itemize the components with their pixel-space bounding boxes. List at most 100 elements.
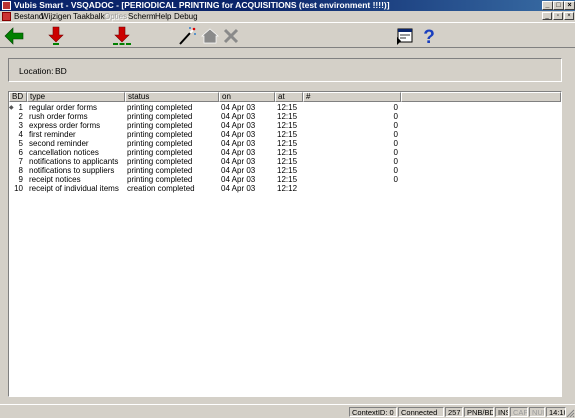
- table-row[interactable]: 6 cancellation notices printing completed 0…: [9, 148, 561, 157]
- print-single-icon[interactable]: [48, 26, 64, 46]
- row-time: 12:15: [277, 112, 298, 121]
- status-message: [0, 407, 348, 417]
- row-date: 04 Apr 03: [221, 103, 256, 112]
- back-arrow-icon[interactable]: [4, 26, 24, 46]
- table-row[interactable]: 4 first reminder printing completed 04 Apr …: [9, 130, 561, 139]
- table-row[interactable]: 10 receipt of individual items creation co…: [9, 184, 561, 193]
- table-row[interactable]: 8 notifications to suppliers printing comp…: [9, 166, 561, 175]
- row-number: 6: [18, 148, 23, 157]
- row-time: 12:15: [277, 139, 298, 148]
- column-header-type[interactable]: type: [27, 92, 125, 102]
- document-icon[interactable]: [2, 12, 11, 21]
- print-job-list[interactable]: BD type status on at # ◆ 1 regular order …: [8, 91, 562, 397]
- row-type: express order forms: [29, 121, 101, 130]
- column-header-count[interactable]: #: [303, 92, 401, 102]
- row-status: printing completed: [127, 121, 193, 130]
- row-number: 7: [18, 157, 23, 166]
- row-time: 12:15: [277, 121, 298, 130]
- maximize-button[interactable]: □: [553, 1, 564, 10]
- row-status: printing completed: [127, 139, 193, 148]
- row-count: 0: [393, 157, 398, 166]
- row-date: 04 Apr 03: [221, 175, 256, 184]
- print-all-icon[interactable]: [111, 26, 133, 46]
- delete-icon: [223, 28, 239, 44]
- minimize-button[interactable]: _: [542, 1, 553, 10]
- column-header-at[interactable]: at: [275, 92, 303, 102]
- menu-opties: Opties: [104, 12, 128, 21]
- status-bar: ContextID: 0 Connected 257 PNB/BD INS CA…: [0, 404, 575, 418]
- table-row[interactable]: 5 second reminder printing completed 04 Apr…: [9, 139, 561, 148]
- row-number: 9: [18, 175, 23, 184]
- row-count: 0: [393, 139, 398, 148]
- row-count: 0: [393, 103, 398, 112]
- menu-scherm[interactable]: Scherm: [128, 11, 156, 22]
- toolbar: ?: [0, 22, 575, 48]
- menu-taakbalk[interactable]: Taakbalk: [73, 11, 105, 22]
- row-date: 04 Apr 03: [221, 166, 256, 175]
- row-date: 04 Apr 03: [221, 139, 256, 148]
- row-count: 0: [393, 130, 398, 139]
- menu-wijzigen[interactable]: Wijzigen: [41, 11, 71, 22]
- row-type: receipt notices: [29, 175, 81, 184]
- resize-grip-icon[interactable]: [565, 408, 575, 418]
- menu-bar: Bestand Wijzigen Taakbalk Opties Scherm …: [0, 11, 575, 22]
- location-panel: Location: BD: [8, 58, 562, 82]
- row-type: second reminder: [29, 139, 89, 148]
- row-time: 12:15: [277, 157, 298, 166]
- row-number: 3: [18, 121, 23, 130]
- child-minimize-button[interactable]: _: [542, 12, 552, 20]
- row-count: 0: [393, 175, 398, 184]
- menu-bestand[interactable]: Bestand: [14, 11, 43, 22]
- row-time: 12:12: [277, 184, 298, 193]
- row-number: 4: [18, 130, 23, 139]
- window-title: Vubis Smart - VSQADOC - [PERIODICAL PRIN…: [14, 0, 390, 10]
- child-restore-button[interactable]: ▫: [553, 12, 563, 20]
- status-time: 14:10: [546, 407, 566, 417]
- table-row[interactable]: 9 receipt notices printing completed 04 Apr…: [9, 175, 561, 184]
- table-row[interactable]: 2 rush order forms printing completed 04 Ap…: [9, 112, 561, 121]
- row-status: printing completed: [127, 130, 193, 139]
- row-type: rush order forms: [29, 112, 88, 121]
- row-status: printing completed: [127, 112, 193, 121]
- close-button[interactable]: ×: [564, 1, 575, 10]
- location-label: Location:: [19, 66, 54, 76]
- column-header-on[interactable]: on: [219, 92, 275, 102]
- row-status: printing completed: [127, 103, 193, 112]
- status-connection: Connected: [398, 407, 444, 417]
- row-type: first reminder: [29, 130, 76, 139]
- row-date: 04 Apr 03: [221, 184, 256, 193]
- app-icon[interactable]: [2, 1, 11, 10]
- home-icon: [201, 28, 219, 44]
- row-type: cancellation notices: [29, 148, 99, 157]
- location-value: BD: [55, 66, 67, 76]
- child-close-button[interactable]: ×: [564, 12, 574, 20]
- table-row[interactable]: 1 regular order forms printing completed 04…: [9, 103, 561, 112]
- row-status: creation completed: [127, 184, 195, 193]
- status-caps: CAPS: [510, 407, 528, 417]
- row-count: 0: [393, 166, 398, 175]
- row-number: 1: [18, 103, 23, 112]
- row-number: 10: [14, 184, 23, 193]
- status-num: NUM: [529, 407, 545, 417]
- row-number: 2: [18, 112, 23, 121]
- row-time: 12:15: [277, 130, 298, 139]
- svg-text:?: ?: [423, 27, 435, 46]
- row-date: 04 Apr 03: [221, 148, 256, 157]
- column-header-status[interactable]: status: [125, 92, 219, 102]
- table-row[interactable]: 7 notifications to applicants printing com…: [9, 157, 561, 166]
- row-date: 04 Apr 03: [221, 112, 256, 121]
- row-status: printing completed: [127, 166, 193, 175]
- title-bar: Vubis Smart - VSQADOC - [PERIODICAL PRIN…: [0, 0, 575, 11]
- column-header-bd[interactable]: BD: [9, 92, 27, 102]
- wizard-wand-icon[interactable]: [177, 26, 197, 46]
- row-date: 04 Apr 03: [221, 130, 256, 139]
- row-count: 0: [393, 148, 398, 157]
- screen-icon[interactable]: [396, 26, 414, 46]
- menu-help[interactable]: Help: [155, 11, 171, 22]
- row-status: printing completed: [127, 148, 193, 157]
- help-icon[interactable]: ?: [421, 26, 437, 46]
- status-location: PNB/BD: [464, 407, 494, 417]
- table-row[interactable]: 3 express order forms printing completed 04…: [9, 121, 561, 130]
- row-count: 0: [393, 121, 398, 130]
- menu-debug[interactable]: Debug: [174, 11, 198, 22]
